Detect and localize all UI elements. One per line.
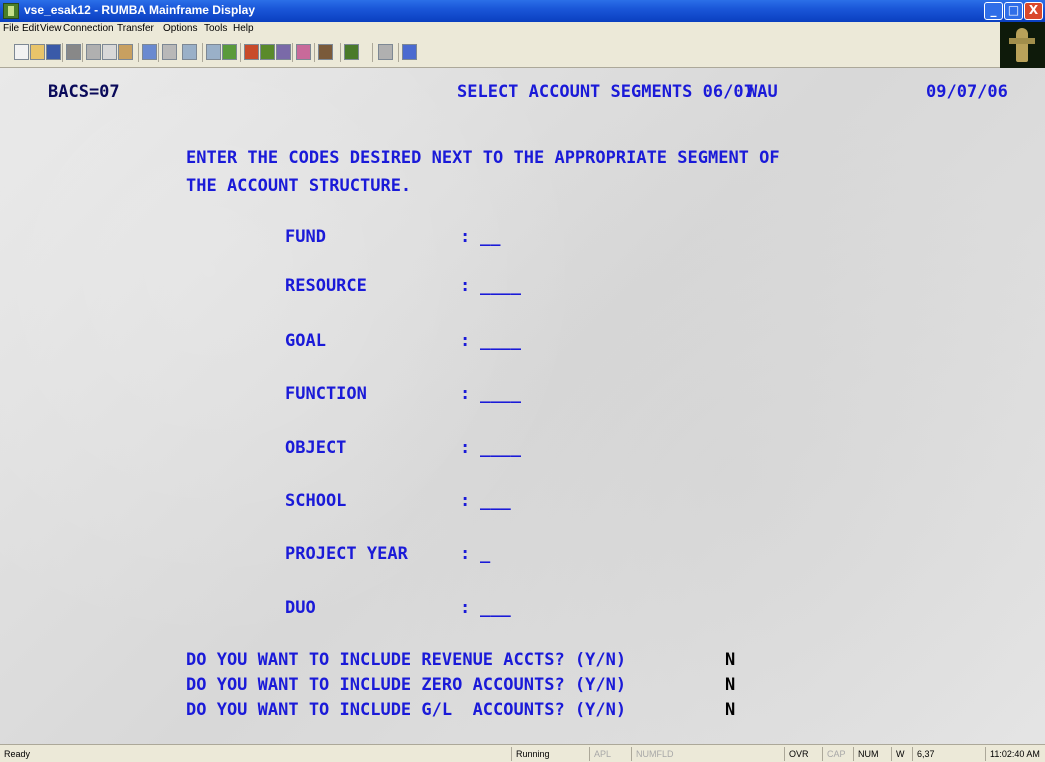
toolbar <box>0 38 1000 68</box>
keyboard-icon[interactable] <box>318 44 333 60</box>
new-icon[interactable] <box>14 44 29 60</box>
toolbar-separator <box>314 43 315 62</box>
cut-icon[interactable] <box>86 44 101 60</box>
field-sep-object: : <box>460 438 471 458</box>
field-label-fund: FUND <box>285 227 326 247</box>
minimize-button[interactable]: _ <box>984 2 1003 20</box>
project-year-input[interactable]: _ <box>480 544 490 564</box>
gl-accounts-answer[interactable]: N <box>725 700 735 720</box>
toolbar-separator <box>398 43 399 62</box>
field-label-school: SCHOOL <box>285 491 347 511</box>
paste-icon[interactable] <box>118 44 133 60</box>
undo-icon[interactable] <box>142 44 157 60</box>
rumba-window: vse_esak12 - RUMBA Mainframe Display _ □… <box>0 0 1045 762</box>
object-input[interactable]: ____ <box>480 438 521 458</box>
toolbar-separator <box>158 43 159 62</box>
user-id: WAU <box>747 82 778 102</box>
send-icon[interactable] <box>182 44 197 60</box>
toolbar-separator <box>372 43 373 62</box>
transfer-icon[interactable] <box>162 44 177 60</box>
school-input[interactable]: ___ <box>480 491 511 511</box>
field-label-project-year: PROJECT YEAR <box>285 544 408 564</box>
help-icon[interactable] <box>402 44 417 60</box>
screen-header: SELECT ACCOUNT SEGMENTS 06/07 <box>457 82 754 102</box>
save-icon[interactable] <box>46 44 61 60</box>
field-sep-project-year: : <box>460 544 471 564</box>
toolbar-separator <box>138 43 139 62</box>
field-label-resource: RESOURCE <box>285 276 367 296</box>
status-num: NUM <box>853 747 889 761</box>
window-title: vse_esak12 - RUMBA Mainframe Display <box>24 3 255 17</box>
question-gl-accounts: DO YOU WANT TO INCLUDE G/L ACCOUNTS? (Y/… <box>186 700 627 720</box>
field-sep-fund: : <box>460 227 471 247</box>
field-sep-duo: : <box>460 598 471 618</box>
color-icon[interactable] <box>296 44 311 60</box>
field-sep-school: : <box>460 491 471 511</box>
maximize-button[interactable]: □ <box>1004 2 1023 20</box>
status-time: 11:02:40 AM <box>985 747 1045 761</box>
rumba-logo <box>1000 22 1045 68</box>
field-sep-goal: : <box>460 331 471 351</box>
toolbar-separator <box>240 43 241 62</box>
app-icon[interactable] <box>3 3 19 19</box>
field-label-goal: GOAL <box>285 331 326 351</box>
field-label-object: OBJECT <box>285 438 347 458</box>
hotspot-icon[interactable] <box>378 44 393 60</box>
toolbar-separator <box>82 43 83 62</box>
terminal-screen[interactable]: BACS=07 SELECT ACCOUNT SEGMENTS 06/07 WA… <box>0 68 1045 744</box>
print-icon[interactable] <box>66 44 81 60</box>
zero-accounts-answer[interactable]: N <box>725 675 735 695</box>
status-cursor: 6,37 <box>912 747 962 761</box>
status-ready: Ready <box>4 749 31 759</box>
field-sep-function: : <box>460 384 471 404</box>
screen-date: 09/07/06 <box>926 82 1008 102</box>
toolbar-separator <box>202 43 203 62</box>
field-label-function: FUNCTION <box>285 384 367 404</box>
menu-help[interactable]: Help <box>233 23 254 34</box>
menu-view[interactable]: View <box>40 23 62 34</box>
menu-edit[interactable]: Edit <box>22 23 39 34</box>
status-numfld: NUMFLD <box>631 747 703 761</box>
fund-input[interactable]: __ <box>480 227 500 247</box>
field-sep-resource: : <box>460 276 471 296</box>
instructions-line-1: ENTER THE CODES DESIRED NEXT TO THE APPR… <box>186 148 780 168</box>
title-bar[interactable]: vse_esak12 - RUMBA Mainframe Display _ □… <box>0 0 1045 22</box>
toolbar-separator <box>340 43 341 62</box>
status-cap: CAP <box>822 747 852 761</box>
toolbar-separator <box>62 43 63 62</box>
record-icon[interactable] <box>244 44 259 60</box>
revenue-accts-answer[interactable]: N <box>725 650 735 670</box>
field-label-duo: DUO <box>285 598 316 618</box>
play-icon[interactable] <box>260 44 275 60</box>
status-running: Running <box>511 747 587 761</box>
toolbar-separator <box>292 43 293 62</box>
status-apl: APL <box>589 747 629 761</box>
open-icon[interactable] <box>30 44 45 60</box>
copy-icon[interactable] <box>102 44 117 60</box>
status-bar: Ready Running APL NUMFLD OVR CAP NUM W 6… <box>0 744 1045 762</box>
goal-input[interactable]: ____ <box>480 331 521 351</box>
settings-icon[interactable] <box>276 44 291 60</box>
menu-bar: File Edit View Connection Transfer Optio… <box>0 22 1000 38</box>
instructions-line-2: THE ACCOUNT STRUCTURE. <box>186 176 412 196</box>
status-w: W <box>891 747 911 761</box>
question-zero-accounts: DO YOU WANT TO INCLUDE ZERO ACCOUNTS? (Y… <box>186 675 627 695</box>
question-revenue-accts: DO YOU WANT TO INCLUDE REVENUE ACCTS? (Y… <box>186 650 627 670</box>
resource-input[interactable]: ____ <box>480 276 521 296</box>
screen-id: BACS=07 <box>48 82 120 102</box>
function-input[interactable]: ____ <box>480 384 521 404</box>
menu-connection[interactable]: Connection <box>63 23 114 34</box>
duo-input[interactable]: ___ <box>480 598 511 618</box>
menu-transfer[interactable]: Transfer <box>117 23 154 34</box>
status-ovr: OVR <box>784 747 820 761</box>
menu-options[interactable]: Options <box>163 23 197 34</box>
close-button[interactable]: X <box>1024 2 1043 20</box>
menu-tools[interactable]: Tools <box>204 23 227 34</box>
menu-file[interactable]: File <box>3 23 19 34</box>
receive-icon[interactable] <box>206 44 221 60</box>
macro-icon[interactable] <box>222 44 237 60</box>
display-icon[interactable] <box>344 44 359 60</box>
